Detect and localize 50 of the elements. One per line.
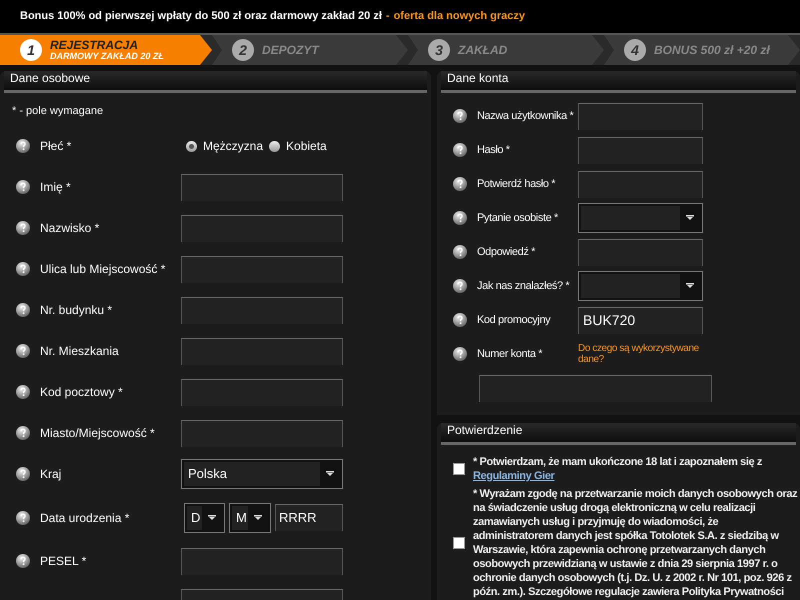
- field-label: Ulica lub Miejscowość *: [39, 261, 166, 278]
- step-title: BONUS 500 zł +20 zł: [654, 44, 770, 56]
- step-title: ZAKŁAD: [458, 44, 508, 56]
- field-label: Nazwisko *: [39, 220, 100, 237]
- help-link[interactable]: Do czego są wykorzystywane dane?: [578, 343, 712, 365]
- radio-label: Kobieta: [286, 138, 327, 155]
- field-label: Nr. Mieszkania: [39, 343, 120, 360]
- step-number: 1: [20, 39, 42, 61]
- input-field[interactable]: BUK720: [578, 306, 703, 334]
- radio-label: Mężczyzna: [203, 138, 264, 155]
- field-label: Kod promocyjny: [476, 312, 552, 328]
- step-number: 2: [232, 39, 254, 61]
- field-label: Nazwa użytkownika *: [476, 108, 574, 124]
- field-label: PESEL *: [39, 553, 88, 570]
- field-label: Miasto/Miejscowość *: [39, 425, 156, 442]
- input-field[interactable]: RRRR: [275, 504, 343, 531]
- field-label: Płeć *: [39, 138, 72, 155]
- step-title: DEPOZYT: [262, 44, 319, 56]
- step-title: REJESTRACJA: [50, 38, 140, 52]
- consent-text: * Potwierdzam, że mam ukończone 18 lat i zapoznałem się z Regulaminy Gier: [472, 455, 763, 483]
- step-tab[interactable]: 3 ZAKŁAD: [408, 35, 604, 65]
- dropdown[interactable]: D: [184, 502, 225, 532]
- panel-title: Dane osobowe: [9, 71, 92, 87]
- field-label: Odpowiedź *: [476, 244, 536, 260]
- step-tab[interactable]: 4 BONUS 500 zł +20 zł: [604, 35, 800, 65]
- offer-link[interactable]: oferta dla nowych graczy: [394, 8, 526, 25]
- step-tab[interactable]: 1 REJESTRACJA DARMOWY ZAKŁAD 20 ZŁ: [0, 35, 212, 65]
- field-label: Data urodzenia *: [39, 510, 130, 526]
- step-number: 3: [428, 39, 450, 61]
- banner-text: Bonus 100% od pierwszej wpłaty do 500 zł oraz darmowy zakład 20 zł: [20, 9, 382, 24]
- field-label: Potwierdź hasło *: [476, 176, 556, 192]
- panel-title: Potwierdzenie: [446, 422, 524, 439]
- consent-text: * Wyrażam zgodę na przetwarzanie moich danych osobowych oraz na świadczenie usług drogą elektroniczną w celu realizacji zamawianych usług i przyjmuję do wiadomości, że administratorem danych jest spółka Totolotek S.A. z siedzibą w Warszawie, która zapewnia ochronę przetwarzanych danych osobowych przewidzianą w ustawie z dnia 29 sierpnia 1997 r. o ochronie danych osobowych (t.j. Dz. U. z 2002 r. Nr 101, poz. 926 z późn. zm.). Szczegółowe regulacje zawiera Polityka Prywatności: [472, 487, 798, 599]
- field-label: Kod pocztowy *: [39, 384, 124, 401]
- separator: -: [386, 9, 390, 24]
- required-note: * - pole wymagane: [11, 104, 104, 119]
- dropdown[interactable]: Polska: [181, 459, 343, 489]
- step-subtitle: DARMOWY ZAKŁAD 20 ZŁ: [50, 52, 164, 62]
- field-label: Imię *: [39, 179, 72, 196]
- field-label: Hasło *: [476, 142, 511, 158]
- terms-link[interactable]: Regulaminy Gier: [473, 470, 554, 482]
- dropdown[interactable]: M: [229, 502, 271, 532]
- field-label: Jak nas znalazłeś? *: [476, 278, 570, 294]
- field-label: Nr. budynku *: [39, 302, 114, 319]
- field-label: Pytanie osobiste *: [476, 210, 559, 226]
- field-label: Kraj: [39, 466, 62, 483]
- step-number: 4: [624, 39, 646, 61]
- field-label: Numer konta *: [476, 346, 544, 362]
- step-tab[interactable]: 2 DEPOZYT: [212, 35, 408, 65]
- panel-title: Dane konta: [446, 71, 510, 87]
